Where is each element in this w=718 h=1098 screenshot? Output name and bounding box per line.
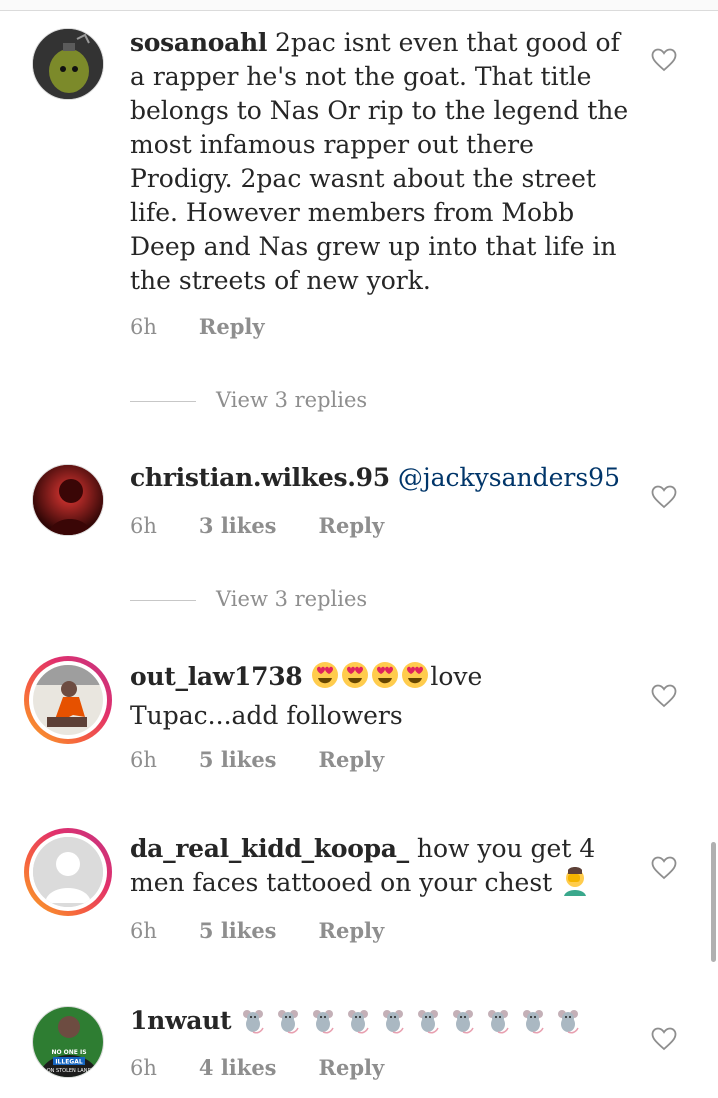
comment-text: christian.wilkes.95 @jackysanders95 xyxy=(130,461,630,495)
likes-count[interactable]: 3 likes xyxy=(199,513,277,538)
protest-photo-avatar-icon: NO ONE IS ILLEGAL ON STOLEN LAND xyxy=(33,1007,103,1077)
rat-emoji xyxy=(309,1006,337,1043)
heart-eyes-emoji xyxy=(340,660,370,699)
avatar xyxy=(33,665,103,735)
divider-line xyxy=(130,600,196,601)
reply-button[interactable]: Reply xyxy=(199,314,265,339)
reply-button[interactable]: Reply xyxy=(319,513,385,538)
heart-icon[interactable] xyxy=(651,1027,677,1051)
scrollbar[interactable] xyxy=(711,842,716,962)
heart-eyes-emoji xyxy=(400,660,430,699)
comment-meta: 6h 5 likes Reply xyxy=(130,747,384,772)
comment-text: da_real_kidd_koopa_ how you get 4 men fa… xyxy=(130,832,630,905)
likes-count[interactable]: 4 likes xyxy=(199,1055,277,1080)
username-link[interactable]: out_law1738 xyxy=(130,662,303,691)
avatar[interactable]: NO ONE IS ILLEGAL ON STOLEN LAND xyxy=(32,1006,104,1078)
shirt-print-line-1: NO ONE IS xyxy=(51,1049,86,1056)
heart-icon[interactable] xyxy=(651,684,677,708)
rat-emoji xyxy=(414,1006,442,1043)
heart-eyes-emoji xyxy=(310,660,340,699)
timestamp: 6h xyxy=(130,514,157,538)
rat-emoji xyxy=(484,1006,512,1043)
avatar-story-ring[interactable] xyxy=(24,656,112,744)
likes-count[interactable]: 5 likes xyxy=(199,918,277,943)
heart-icon[interactable] xyxy=(651,485,677,509)
avatar[interactable] xyxy=(32,464,104,536)
red-photo-avatar-icon xyxy=(33,465,103,535)
person-photo-avatar-icon xyxy=(33,665,103,735)
view-replies-button[interactable]: View 3 replies xyxy=(130,587,367,611)
mention-link[interactable]: @jackysanders95 xyxy=(390,463,620,492)
heart-icon[interactable] xyxy=(651,48,677,72)
reply-button[interactable]: Reply xyxy=(319,1055,385,1080)
top-bar xyxy=(0,0,718,11)
default-profile-icon xyxy=(33,837,103,907)
likes-count[interactable]: 5 likes xyxy=(199,747,277,772)
rat-emoji xyxy=(274,1006,302,1043)
heart-eyes-emoji-group xyxy=(310,662,430,691)
rat-emoji xyxy=(344,1006,372,1043)
username-link[interactable]: christian.wilkes.95 xyxy=(130,463,390,492)
rat-emoji xyxy=(379,1006,407,1043)
comment-text: sosanoahl 2pac isnt even that good of a … xyxy=(130,28,629,295)
reply-button[interactable]: Reply xyxy=(319,747,385,772)
comment-text: out_law1738 love Tupac...add followers xyxy=(130,662,483,730)
reply-button[interactable]: Reply xyxy=(319,918,385,943)
rat-emoji xyxy=(519,1006,547,1043)
timestamp: 6h xyxy=(130,1056,157,1080)
timestamp: 6h xyxy=(130,748,157,772)
comment-meta: 6h 5 likes Reply xyxy=(130,918,384,943)
avatar xyxy=(33,837,103,907)
username-link[interactable]: 1nwaut xyxy=(130,1006,232,1035)
username-link[interactable]: da_real_kidd_koopa_ xyxy=(130,834,409,863)
comment-meta: 6h Reply xyxy=(130,314,265,339)
divider-line xyxy=(130,401,196,402)
comment-meta: 6h 3 likes Reply xyxy=(130,513,384,538)
facepalm-emoji xyxy=(560,866,590,905)
comment-text: 1nwaut xyxy=(130,1004,630,1043)
shirt-print-line-2: ILLEGAL xyxy=(55,1059,83,1066)
rat-emoji xyxy=(239,1006,267,1043)
avatar-story-ring[interactable] xyxy=(24,828,112,916)
avatar[interactable] xyxy=(32,28,104,100)
ring-inner xyxy=(29,833,107,911)
comment-meta: 6h 4 likes Reply xyxy=(130,1055,384,1080)
grenade-avatar-icon xyxy=(33,29,103,99)
heart-eyes-emoji xyxy=(370,660,400,699)
rat-emoji-group xyxy=(239,1006,589,1035)
rat-emoji xyxy=(449,1006,477,1043)
rat-emoji xyxy=(554,1006,582,1043)
shirt-print-line-3: ON STOLEN LAND xyxy=(47,1068,92,1074)
view-replies-button[interactable]: View 3 replies xyxy=(130,388,367,412)
timestamp: 6h xyxy=(130,919,157,943)
timestamp: 6h xyxy=(130,315,157,339)
ring-inner xyxy=(29,661,107,739)
heart-icon[interactable] xyxy=(651,856,677,880)
username-link[interactable]: sosanoahl xyxy=(130,28,267,57)
